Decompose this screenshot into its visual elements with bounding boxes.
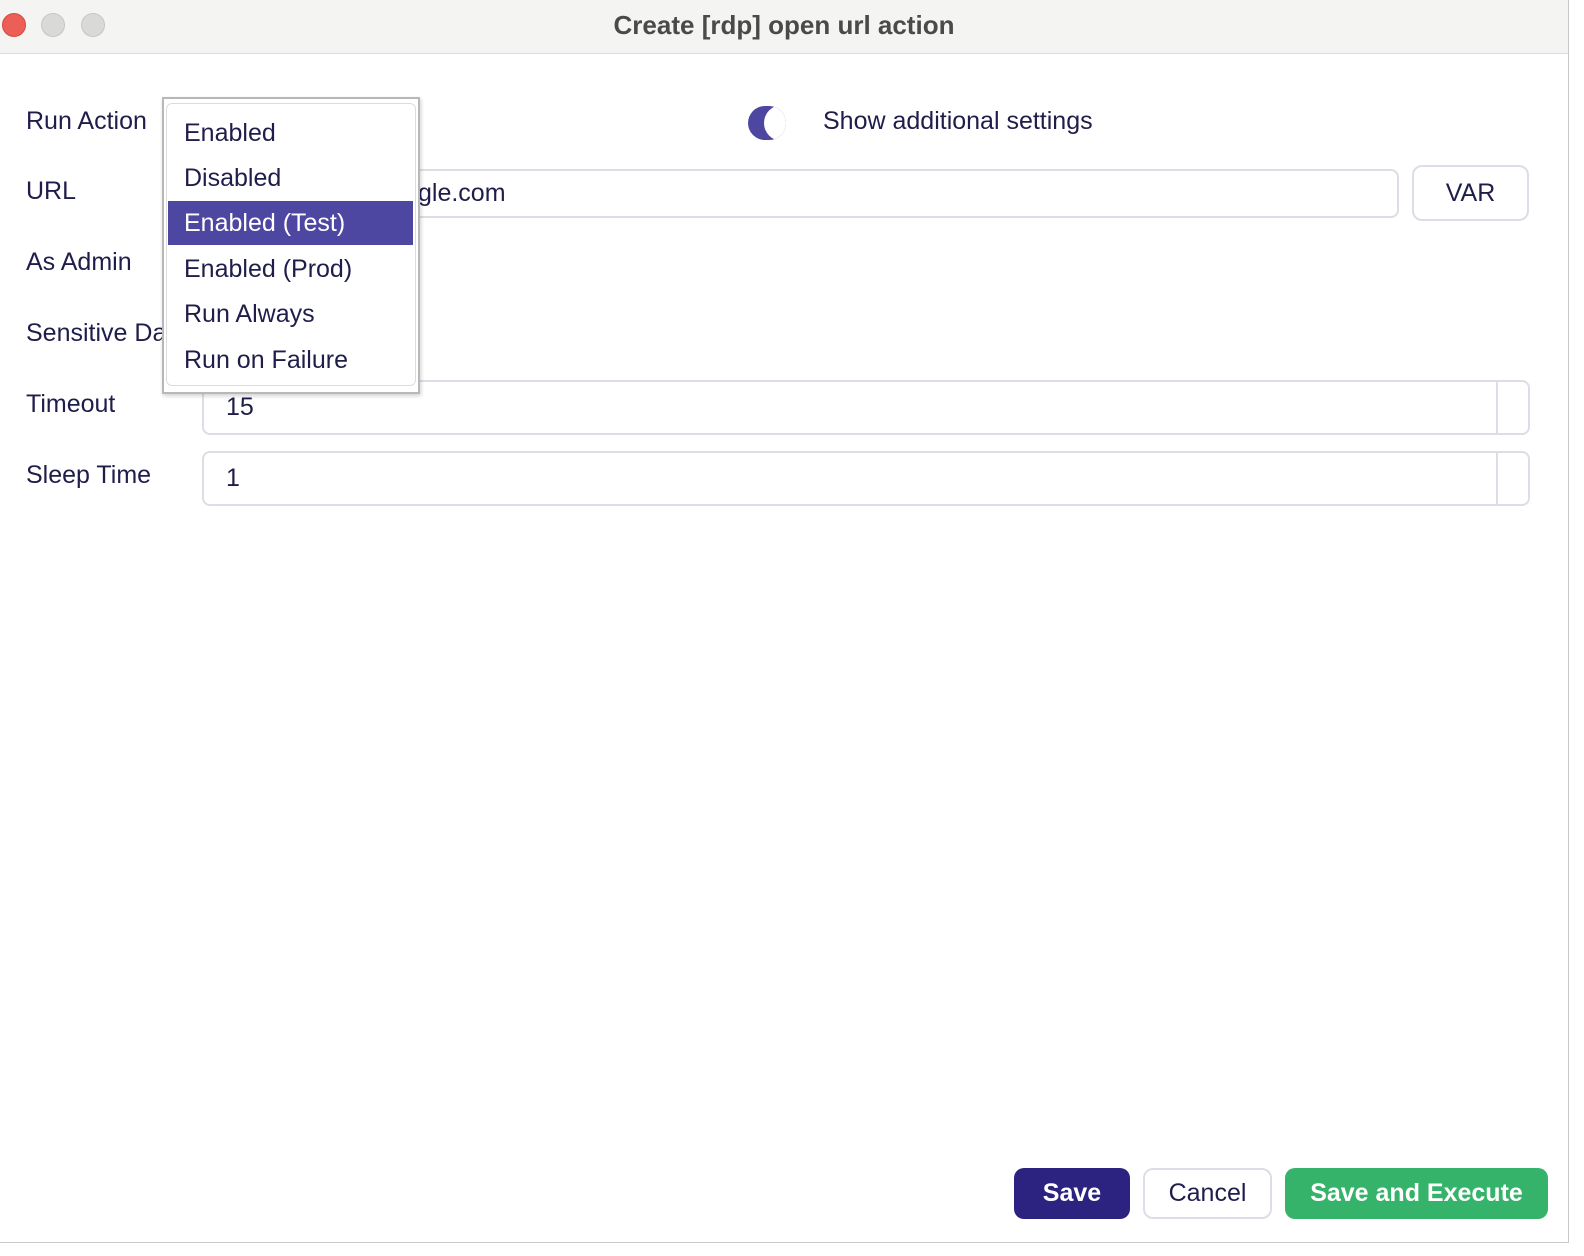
timeout-stepper[interactable] [1496, 382, 1498, 433]
window-title: Create [rdp] open url action [613, 10, 955, 40]
url-input-value: gle.com [418, 179, 506, 207]
as-admin-label: As Admin [26, 248, 132, 276]
sleep-time-label: Sleep Time [26, 461, 152, 489]
show-additional-settings-label: Show additional settings [823, 107, 1093, 135]
url-label: URL [26, 177, 77, 205]
var-button[interactable]: VAR [1412, 165, 1529, 221]
dropdown-option-disabled[interactable]: Disabled [168, 156, 413, 200]
dropdown-option-enabled-prod[interactable]: Enabled (Prod) [168, 247, 413, 291]
dropdown-option-enabled-test[interactable]: Enabled (Test) [168, 201, 413, 245]
sleep-time-input-value: 1 [226, 464, 240, 492]
sleep-time-input[interactable]: 1 [202, 451, 1530, 506]
toggle-knob [764, 106, 786, 140]
dropdown-option-run-always[interactable]: Run Always [168, 292, 413, 336]
save-button[interactable]: Save [1014, 1168, 1130, 1219]
run-action-label: Run Action [26, 107, 147, 135]
dropdown-option-enabled[interactable]: Enabled [168, 111, 413, 155]
dialog-window: Create [rdp] open url action Run Action … [0, 0, 1569, 1243]
sensitive-data-label: Sensitive Data [26, 319, 166, 347]
sleep-time-stepper[interactable] [1496, 453, 1498, 504]
timeout-label: Timeout [26, 390, 116, 418]
save-and-execute-button[interactable]: Save and Execute [1285, 1168, 1548, 1219]
title-bar: Create [rdp] open url action [0, 0, 1568, 54]
show-additional-settings-toggle[interactable] [748, 106, 786, 140]
dropdown-option-run-on-failure[interactable]: Run on Failure [168, 338, 413, 382]
cancel-button[interactable]: Cancel [1143, 1168, 1272, 1219]
run-action-dropdown[interactable]: Enabled Disabled Enabled (Test) Enabled … [162, 97, 420, 394]
